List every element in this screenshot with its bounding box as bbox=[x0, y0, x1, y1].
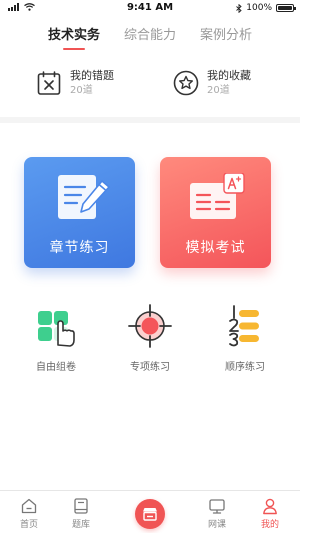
free-compose-label: 自由组卷 bbox=[36, 362, 76, 373]
my-wrong-questions[interactable]: 我的错题 20道 bbox=[36, 68, 114, 98]
chapter-practice-card[interactable]: 章节练习 bbox=[24, 157, 135, 268]
tab-case-analysis[interactable]: 案例分析 bbox=[200, 24, 252, 50]
profile-icon bbox=[263, 498, 277, 515]
quick-title: 我的收藏 bbox=[207, 69, 251, 82]
bluetooth-icon bbox=[236, 3, 242, 13]
battery-icon bbox=[276, 4, 296, 12]
target-icon bbox=[128, 304, 172, 348]
exam-paper-icon bbox=[190, 173, 245, 219]
status-bar: 9:41 AM 100% bbox=[0, 0, 300, 18]
my-favorites[interactable]: 我的收藏 20道 bbox=[173, 68, 251, 98]
favorite-star-icon bbox=[173, 70, 199, 96]
subject-tabs: 技术实务 综合能力 案例分析 bbox=[0, 24, 300, 50]
tabbar-profile[interactable]: 我的 bbox=[250, 497, 290, 530]
mock-exam-label: 模拟考试 bbox=[185, 240, 246, 256]
quick-count: 20道 bbox=[70, 85, 93, 96]
sequential-practice-button[interactable]: 顺序练习 bbox=[210, 302, 280, 373]
mock-exam-card[interactable]: 模拟考试 bbox=[160, 157, 271, 268]
tab-comprehensive-ability[interactable]: 综合能力 bbox=[124, 24, 176, 50]
special-practice-button[interactable]: 专项练习 bbox=[115, 302, 185, 373]
battery-percent: 100% bbox=[246, 3, 272, 13]
monitor-icon bbox=[209, 499, 225, 514]
quick-count: 20道 bbox=[207, 85, 230, 96]
free-compose-icon bbox=[38, 311, 75, 347]
tabbar-store-button[interactable] bbox=[135, 499, 165, 529]
tabbar-label: 网课 bbox=[207, 520, 226, 530]
tabbar-question-bank[interactable]: 题库 bbox=[61, 497, 101, 530]
tabbar-label: 我的 bbox=[260, 520, 279, 530]
status-right: 100% bbox=[236, 3, 296, 13]
free-compose-button[interactable]: 自由组卷 bbox=[21, 302, 91, 373]
home-icon bbox=[21, 498, 37, 514]
tabbar-home[interactable]: 首页 bbox=[9, 497, 49, 530]
chapter-notebook-icon bbox=[58, 175, 110, 219]
section-divider bbox=[0, 117, 300, 123]
book-icon bbox=[74, 498, 88, 514]
wrong-question-icon bbox=[37, 71, 61, 95]
tabbar-online-course[interactable]: 网课 bbox=[197, 497, 237, 530]
tab-technical-practice[interactable]: 技术实务 bbox=[48, 24, 100, 50]
store-icon bbox=[143, 508, 157, 521]
quick-title: 我的错题 bbox=[70, 69, 114, 82]
tabbar-label: 题库 bbox=[71, 520, 90, 530]
quick-entries: 我的错题 20道 我的收藏 20道 bbox=[0, 68, 300, 108]
sequential-practice-label: 顺序练习 bbox=[225, 362, 265, 373]
tabbar-label: 首页 bbox=[19, 520, 38, 530]
special-practice-label: 专项练习 bbox=[130, 362, 170, 373]
chapter-practice-label: 章节练习 bbox=[49, 240, 110, 256]
sequence-123-icon bbox=[229, 305, 259, 347]
